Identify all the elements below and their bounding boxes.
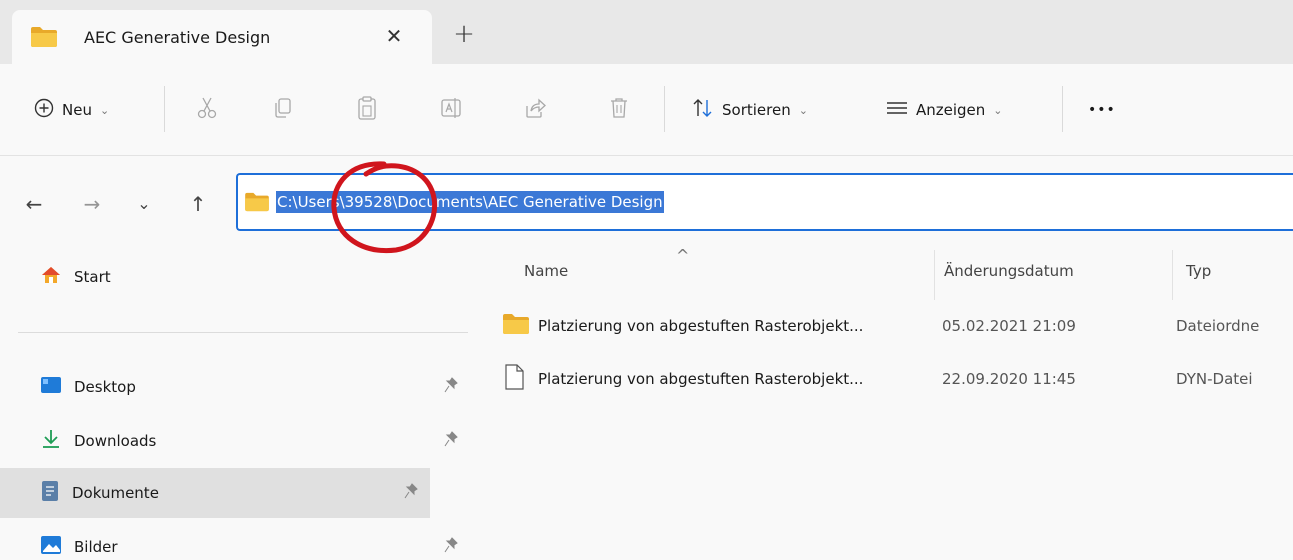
chevron-down-icon: ⌄ bbox=[798, 103, 808, 117]
table-row[interactable]: Platzierung von abgestuften Rasterobjekt… bbox=[500, 360, 1293, 398]
divider bbox=[18, 332, 468, 333]
back-button[interactable]: ← bbox=[20, 190, 48, 218]
file-name: Platzierung von abgestuften Rasterobjekt… bbox=[538, 370, 864, 388]
navigation-pane: Start Desktop Downloads Dokumente Bilder bbox=[0, 250, 470, 560]
sidebar-item-downloads[interactable]: Downloads bbox=[40, 416, 470, 466]
documents-icon bbox=[40, 480, 60, 506]
file-type: Dateiordne bbox=[1176, 317, 1260, 335]
copy-button[interactable] bbox=[272, 94, 294, 126]
folder-icon bbox=[30, 26, 58, 52]
close-tab-button[interactable]: ✕ bbox=[378, 22, 410, 50]
share-button[interactable] bbox=[524, 94, 546, 126]
add-icon bbox=[34, 98, 54, 122]
file-type: DYN-Datei bbox=[1176, 370, 1253, 388]
separator bbox=[664, 86, 665, 132]
column-header-type[interactable]: Typ bbox=[1186, 262, 1211, 280]
sort-label: Sortieren bbox=[722, 101, 791, 119]
sidebar-item-desktop[interactable]: Desktop bbox=[40, 362, 470, 412]
file-name: Platzierung von abgestuften Rasterobjekt… bbox=[538, 317, 864, 335]
delete-button[interactable] bbox=[608, 94, 630, 126]
new-label: Neu bbox=[62, 101, 92, 119]
trash-icon bbox=[608, 96, 630, 124]
view-label: Anzeigen bbox=[916, 101, 986, 119]
pin-icon[interactable] bbox=[444, 537, 458, 557]
separator bbox=[164, 86, 165, 132]
chevron-down-icon: ⌄ bbox=[99, 103, 110, 117]
view-button[interactable]: Anzeigen ⌄ bbox=[886, 94, 1003, 126]
more-options-button[interactable]: ••• bbox=[1088, 94, 1116, 126]
up-button[interactable]: ↑ bbox=[184, 190, 212, 218]
sort-indicator: ^ bbox=[676, 246, 690, 265]
folder-icon bbox=[502, 313, 530, 339]
new-tab-button[interactable]: + bbox=[448, 20, 480, 52]
sidebar-item-pictures[interactable]: Bilder bbox=[40, 522, 470, 560]
column-separator bbox=[1172, 250, 1173, 300]
sort-button[interactable]: Sortieren ⌄ bbox=[692, 94, 808, 126]
forward-button[interactable]: → bbox=[78, 190, 106, 218]
command-bar: Neu ⌄ Sortieren ⌄ Anzeigen ⌄ ••• bbox=[0, 64, 1293, 156]
file-icon bbox=[504, 364, 524, 394]
sidebar-item-label: Dokumente bbox=[72, 484, 159, 502]
home-icon bbox=[40, 265, 62, 289]
list-view-icon bbox=[886, 100, 908, 120]
address-bar[interactable]: C:\Users\39528\Documents\AEC Generative … bbox=[236, 173, 1293, 231]
sidebar-item-label: Start bbox=[74, 268, 111, 286]
file-date: 22.09.2020 11:45 bbox=[942, 370, 1076, 388]
clipboard-icon bbox=[356, 95, 378, 125]
tab-strip: AEC Generative Design ✕ + bbox=[0, 0, 1293, 64]
pictures-icon bbox=[40, 535, 62, 559]
file-date: 05.02.2021 21:09 bbox=[942, 317, 1076, 335]
share-icon bbox=[524, 96, 546, 124]
pin-icon[interactable] bbox=[444, 431, 458, 451]
scissors-icon bbox=[196, 96, 218, 124]
desktop-icon bbox=[40, 376, 62, 398]
separator bbox=[1062, 86, 1063, 132]
sidebar-item-label: Desktop bbox=[74, 378, 136, 396]
rename-icon bbox=[440, 96, 462, 124]
sidebar-item-label: Downloads bbox=[74, 432, 157, 450]
chevron-down-icon: ⌄ bbox=[993, 103, 1003, 117]
tab-title: AEC Generative Design bbox=[84, 28, 271, 47]
copy-icon bbox=[272, 96, 294, 124]
pin-icon[interactable] bbox=[444, 377, 458, 397]
column-header-date[interactable]: Änderungsdatum bbox=[944, 262, 1074, 280]
more-icon: ••• bbox=[1088, 102, 1116, 118]
pin-icon[interactable] bbox=[404, 483, 418, 503]
table-row[interactable]: Platzierung von abgestuften Rasterobjekt… bbox=[500, 307, 1293, 345]
paste-button[interactable] bbox=[356, 94, 378, 126]
recent-locations-button[interactable]: ⌄ bbox=[130, 190, 158, 218]
tab-aec-generative-design[interactable]: AEC Generative Design ✕ bbox=[12, 10, 432, 64]
new-button[interactable]: Neu ⌄ bbox=[34, 94, 109, 126]
sidebar-item-label: Bilder bbox=[74, 538, 118, 556]
download-icon bbox=[40, 428, 62, 454]
folder-icon bbox=[244, 192, 270, 216]
column-separator bbox=[934, 250, 935, 300]
column-header-name[interactable]: Name bbox=[524, 262, 568, 280]
cut-button[interactable] bbox=[196, 94, 218, 126]
rename-button[interactable] bbox=[440, 94, 462, 126]
sidebar-item-start[interactable]: Start bbox=[40, 252, 470, 302]
sidebar-item-documents[interactable]: Dokumente bbox=[0, 468, 430, 518]
address-path-input[interactable]: C:\Users\39528\Documents\AEC Generative … bbox=[276, 191, 664, 213]
sort-icon bbox=[692, 97, 714, 123]
